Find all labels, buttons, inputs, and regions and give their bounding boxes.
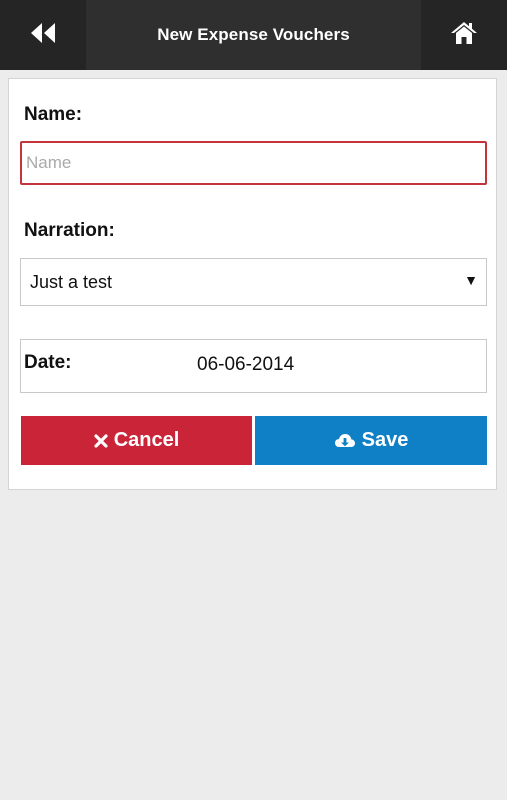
chevron-down-icon: ▼ <box>464 272 478 288</box>
date-field[interactable]: Date: 06-06-2014 <box>20 339 487 393</box>
cancel-button[interactable]: Cancel <box>21 416 252 465</box>
voucher-form: Name: Narration: Just a test ▼ Date: 06-… <box>8 78 497 490</box>
cancel-label: Cancel <box>113 429 180 451</box>
date-label: Date: <box>24 352 72 373</box>
page-title: New Expense Vouchers <box>157 25 350 44</box>
save-button[interactable]: Save <box>255 416 487 465</box>
close-icon <box>94 433 108 448</box>
date-value: 06-06-2014 <box>197 354 295 375</box>
double-chevron-left-icon <box>29 21 57 50</box>
narration-label: Narration: <box>24 220 115 241</box>
cloud-download-icon <box>334 432 356 450</box>
save-label: Save <box>361 429 409 451</box>
home-button[interactable] <box>421 0 507 70</box>
home-icon <box>450 21 478 50</box>
narration-select[interactable]: Just a test ▼ <box>20 258 487 306</box>
top-bar: New Expense Vouchers <box>0 0 507 70</box>
back-button[interactable] <box>0 0 86 70</box>
narration-selected-value: Just a test <box>30 271 113 292</box>
name-input[interactable] <box>20 141 487 185</box>
name-label: Name: <box>24 104 83 125</box>
